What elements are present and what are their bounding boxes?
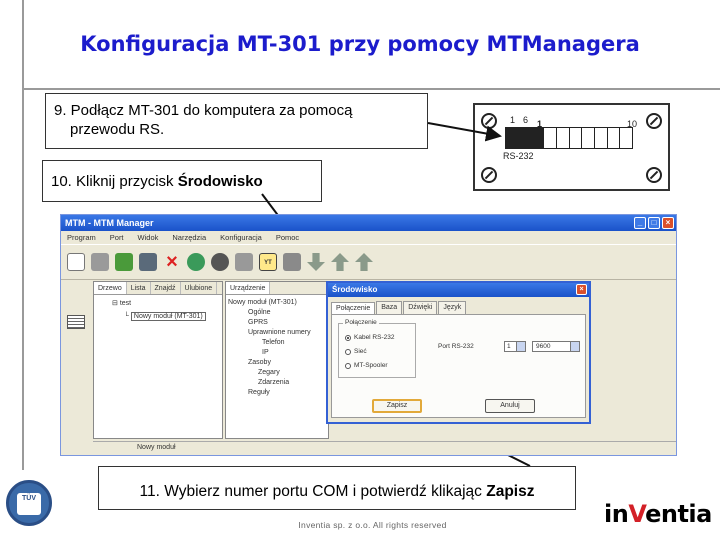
tab-favorites[interactable]: Ulubione (181, 282, 218, 294)
speed-select[interactable]: 9600 (532, 341, 580, 352)
radio-icon[interactable] (345, 362, 351, 369)
menu-help[interactable]: Pomoc (276, 231, 299, 244)
delete-icon[interactable]: × (163, 252, 181, 272)
new-icon[interactable] (67, 253, 85, 271)
connect-icon[interactable] (115, 253, 133, 271)
tuv-badge-text: TÜV (17, 493, 41, 515)
app-title-bar: MTM - MTM Manager _ □ × (61, 215, 676, 231)
left-strip (61, 281, 91, 455)
arrow-to-connector (427, 122, 502, 142)
tab-language[interactable]: Język (438, 301, 467, 314)
dialog-title: Środowisko (332, 285, 378, 294)
tab-list[interactable]: Lista (127, 282, 151, 294)
status-text: Nowy moduł (137, 444, 176, 451)
tree-panel: Drzewo Lista Znajdź Ulubione ⊟ test └ No… (93, 281, 223, 439)
port-stepper[interactable]: 1 (504, 341, 526, 352)
app-title: MTM - MTM Manager (65, 218, 154, 228)
device-tree-item[interactable]: IP (226, 348, 328, 358)
radio-icon[interactable] (345, 334, 351, 341)
callout-step-11-text: 11. Wybierz numer portu COM i potwierdź … (139, 483, 487, 500)
device-tree-item[interactable]: Zasoby (226, 358, 328, 368)
device-tree-item[interactable]: Ogólne (226, 308, 328, 318)
write-icon[interactable] (211, 253, 229, 271)
mtmanager-window: MTM - MTM Manager _ □ × Program Port Wid… (60, 214, 677, 456)
menu-program[interactable]: Program (67, 231, 96, 244)
open-icon[interactable] (91, 253, 109, 271)
device-tree-item[interactable]: GPRS (226, 318, 328, 328)
close-icon[interactable]: × (662, 217, 674, 229)
device-tree-item[interactable]: Telefon (226, 338, 328, 348)
save-button[interactable]: Zapisz (372, 399, 422, 413)
connection-group: Połączenie Kabel RS-232 Sieć MT-Spooler (338, 319, 416, 378)
tab-find[interactable]: Znajdź (151, 282, 181, 294)
inventia-logo: inVentia (604, 500, 712, 528)
device-panel: Urządzenie Nowy moduł (MT-301) Ogólne GP… (225, 281, 329, 439)
menu-port[interactable]: Port (110, 231, 124, 244)
minimize-icon[interactable]: _ (634, 217, 646, 229)
environment-icon[interactable]: YT (259, 253, 277, 271)
toolbar: × YT (61, 244, 676, 280)
tab-sounds[interactable]: Dźwięki (403, 301, 438, 314)
maximize-icon[interactable]: □ (648, 217, 660, 229)
dialog-body: Połączenie Kabel RS-232 Sieć MT-Spooler … (331, 314, 586, 418)
callout-step-11: 11. Wybierz numer portu COM i potwierdź … (98, 466, 576, 510)
dialog-title-bar: Środowisko × (328, 283, 589, 297)
device-tree-item[interactable]: Uprawnione numery (226, 328, 328, 338)
tool-icon[interactable] (235, 253, 253, 271)
callout-step-11-bold: Zapisz (486, 483, 535, 500)
modem-icon[interactable] (283, 253, 301, 271)
device-tree-item[interactable]: Zegary (226, 368, 328, 378)
menu-bar: Program Port Widok Narzędzia Konfiguracj… (61, 231, 676, 244)
group-label: Połączenie (343, 319, 379, 326)
list-icon[interactable] (67, 315, 85, 329)
read-icon[interactable] (187, 253, 205, 271)
chevron-down-icon[interactable] (570, 342, 579, 351)
disconnect-icon[interactable] (139, 253, 157, 271)
radio-spooler[interactable]: MT-Spooler (345, 362, 388, 369)
close-icon[interactable]: × (576, 284, 587, 295)
radio-network[interactable]: Sieć (345, 348, 367, 355)
menu-configuration[interactable]: Konfiguracja (220, 231, 262, 244)
download-icon[interactable] (307, 253, 325, 271)
cancel-button[interactable]: Anuluj (485, 399, 535, 413)
upload-icon[interactable] (331, 253, 349, 271)
tree-item-module[interactable]: └ Nowy moduł (MT-301) (124, 312, 222, 322)
environment-dialog: Środowisko × Połączenie Baza Dźwięki Jęz… (326, 281, 591, 424)
menu-tools[interactable]: Narzędzia (172, 231, 206, 244)
tab-database[interactable]: Baza (376, 301, 403, 314)
device-tree-item[interactable]: Zdarzenia (226, 378, 328, 388)
device-tree-item[interactable]: Nowy moduł (MT-301) (228, 298, 328, 308)
tree-item-test[interactable]: ⊟ test (112, 299, 222, 309)
menu-view[interactable]: Widok (138, 231, 159, 244)
tab-tree[interactable]: Drzewo (94, 282, 127, 294)
up-icon[interactable] (355, 253, 373, 271)
stepper-icon[interactable] (516, 342, 525, 351)
status-bar: Nowy moduł (93, 441, 676, 455)
tab-device[interactable]: Urządzenie (226, 282, 271, 294)
radio-icon[interactable] (345, 348, 351, 355)
device-tree-item[interactable]: Reguły (226, 388, 328, 398)
port-label: Port RS-232 (438, 343, 474, 350)
radio-rs232[interactable]: Kabel RS-232 (345, 334, 394, 341)
